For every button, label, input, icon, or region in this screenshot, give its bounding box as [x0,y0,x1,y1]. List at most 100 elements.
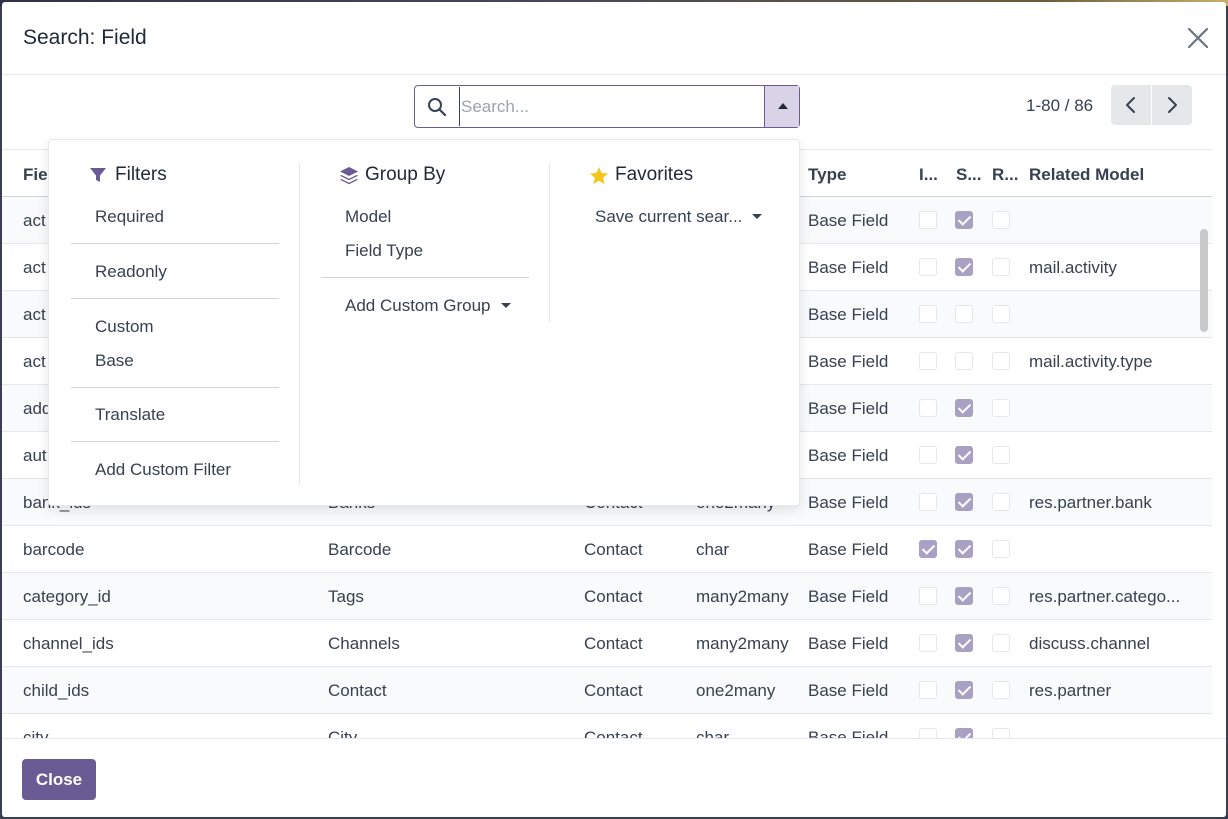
filter-readonly[interactable]: Readonly [95,262,167,282]
dialog-footer: Close [2,738,1226,817]
caret-up-icon [778,103,788,109]
table-row[interactable]: city City Contact char Base Field [2,714,1212,739]
cell-related-model: res.partner.catego... [1029,587,1181,606]
indexed-checkbox [919,352,937,370]
stored-checkbox [955,540,973,558]
pager-value[interactable]: 1-80 / 86 [1026,96,1093,116]
filter-base[interactable]: Base [95,351,134,371]
dialog-title: Search: Field [23,26,147,49]
cell-field-type: char [696,540,730,559]
readonly-checkbox [992,540,1010,558]
search-icon [427,97,447,117]
stored-checkbox [955,587,973,605]
indexed-checkbox [919,446,937,464]
caret-down-icon [752,214,763,219]
layers-icon [340,167,358,185]
cell-field-name: barcode [23,540,85,559]
cell-field-name: category_id [23,587,111,606]
pager-next-button[interactable] [1152,85,1192,125]
column-header-indexed[interactable]: I... [919,165,949,185]
stored-checkbox [955,305,973,323]
indexed-checkbox [919,211,937,229]
cell-field-label: Barcode [328,540,392,559]
filter-required[interactable]: Required [95,207,164,227]
table-row[interactable]: category_id Tags Contact many2many Base Fiel… [2,573,1212,620]
caret-down-icon [500,303,511,308]
readonly-checkbox [992,305,1010,323]
search-panel-toggle-button[interactable] [764,86,799,127]
filter-custom[interactable]: Custom [95,317,154,337]
cell-type: Base Field [808,211,889,230]
group-by-section: Group By Model Field Type Add Custom Gro… [299,140,549,505]
column-header-readonly[interactable]: R... [992,165,1022,185]
readonly-checkbox [992,634,1010,652]
cell-related-model: discuss.channel [1029,634,1150,653]
cell-field-type: many2many [696,587,789,606]
pager-previous-button[interactable] [1111,85,1151,125]
readonly-checkbox [992,587,1010,605]
cell-field-label: Tags [328,587,364,606]
filter-translate[interactable]: Translate [95,405,165,425]
star-icon [590,167,608,184]
cell-type: Base Field [808,493,889,512]
indexed-checkbox [919,258,937,276]
cell-related-model: res.partner [1029,681,1112,700]
save-current-search-toggle[interactable]: Save current sear... [595,207,763,227]
indexed-checkbox [919,305,937,323]
add-custom-group-label: Add Custom Group [345,296,491,315]
stored-checkbox [955,493,973,511]
close-icon[interactable] [1186,26,1210,50]
cell-field-label: Channels [328,634,400,653]
stored-checkbox [955,399,973,417]
search-options-dropdown: Filters Required Readonly Custom Base Tr… [48,139,800,506]
cell-field-type: one2many [696,681,776,700]
indexed-checkbox [919,540,937,558]
stored-checkbox [955,211,973,229]
readonly-checkbox [992,211,1010,229]
add-custom-group-select[interactable]: Add Custom Group [345,296,511,316]
save-current-search-label: Save current sear... [595,207,743,226]
add-custom-filter-button[interactable]: Add Custom Filter [95,460,231,480]
readonly-checkbox [992,446,1010,464]
cell-type: Base Field [808,540,889,559]
cell-field-name: channel_ids [23,634,114,653]
cell-type: Base Field [808,399,889,418]
indexed-checkbox [919,493,937,511]
cell-model: Contact [584,681,643,700]
column-header-stored[interactable]: S... [956,165,986,185]
cell-related-model: mail.activity.type [1029,352,1153,371]
filter-icon [90,168,106,182]
column-header-type[interactable]: Type [808,165,898,185]
table-row[interactable]: child_ids Contact Contact one2many Base Fiel… [2,667,1212,714]
indexed-checkbox [919,634,937,652]
table-row[interactable]: barcode Barcode Contact char Base Field [2,526,1212,573]
vertical-scrollbar[interactable] [1200,229,1208,332]
cell-type: Base Field [808,352,889,371]
cell-related-model: res.partner.bank [1029,493,1152,512]
stored-checkbox [955,634,973,652]
cell-type: Base Field [808,587,889,606]
group-by-model[interactable]: Model [345,207,391,227]
cell-type: Base Field [808,681,889,700]
favorites-section: Favorites Save current sear... [549,140,799,505]
filters-section: Filters Required Readonly Custom Base Tr… [49,140,299,505]
column-header-related-model[interactable]: Related Model [1029,165,1199,185]
indexed-checkbox [919,681,937,699]
close-button[interactable]: Close [22,759,96,800]
stored-checkbox [955,258,973,276]
cell-type: Base Field [808,258,889,277]
divider [71,243,279,244]
cell-model: Contact [584,634,643,653]
cell-related-model: mail.activity [1029,258,1117,277]
group-by-field-type[interactable]: Field Type [345,241,423,261]
dialog-header: Search: Field [2,2,1226,75]
cell-model: Contact [584,587,643,606]
search-bar [414,85,800,128]
stored-checkbox [955,681,973,699]
readonly-checkbox [992,681,1010,699]
cell-model: Contact [584,540,643,559]
search-input[interactable] [459,87,759,126]
divider [321,277,529,278]
table-row[interactable]: channel_ids Channels Contact many2many Base … [2,620,1212,667]
chevron-left-icon [1126,97,1135,113]
